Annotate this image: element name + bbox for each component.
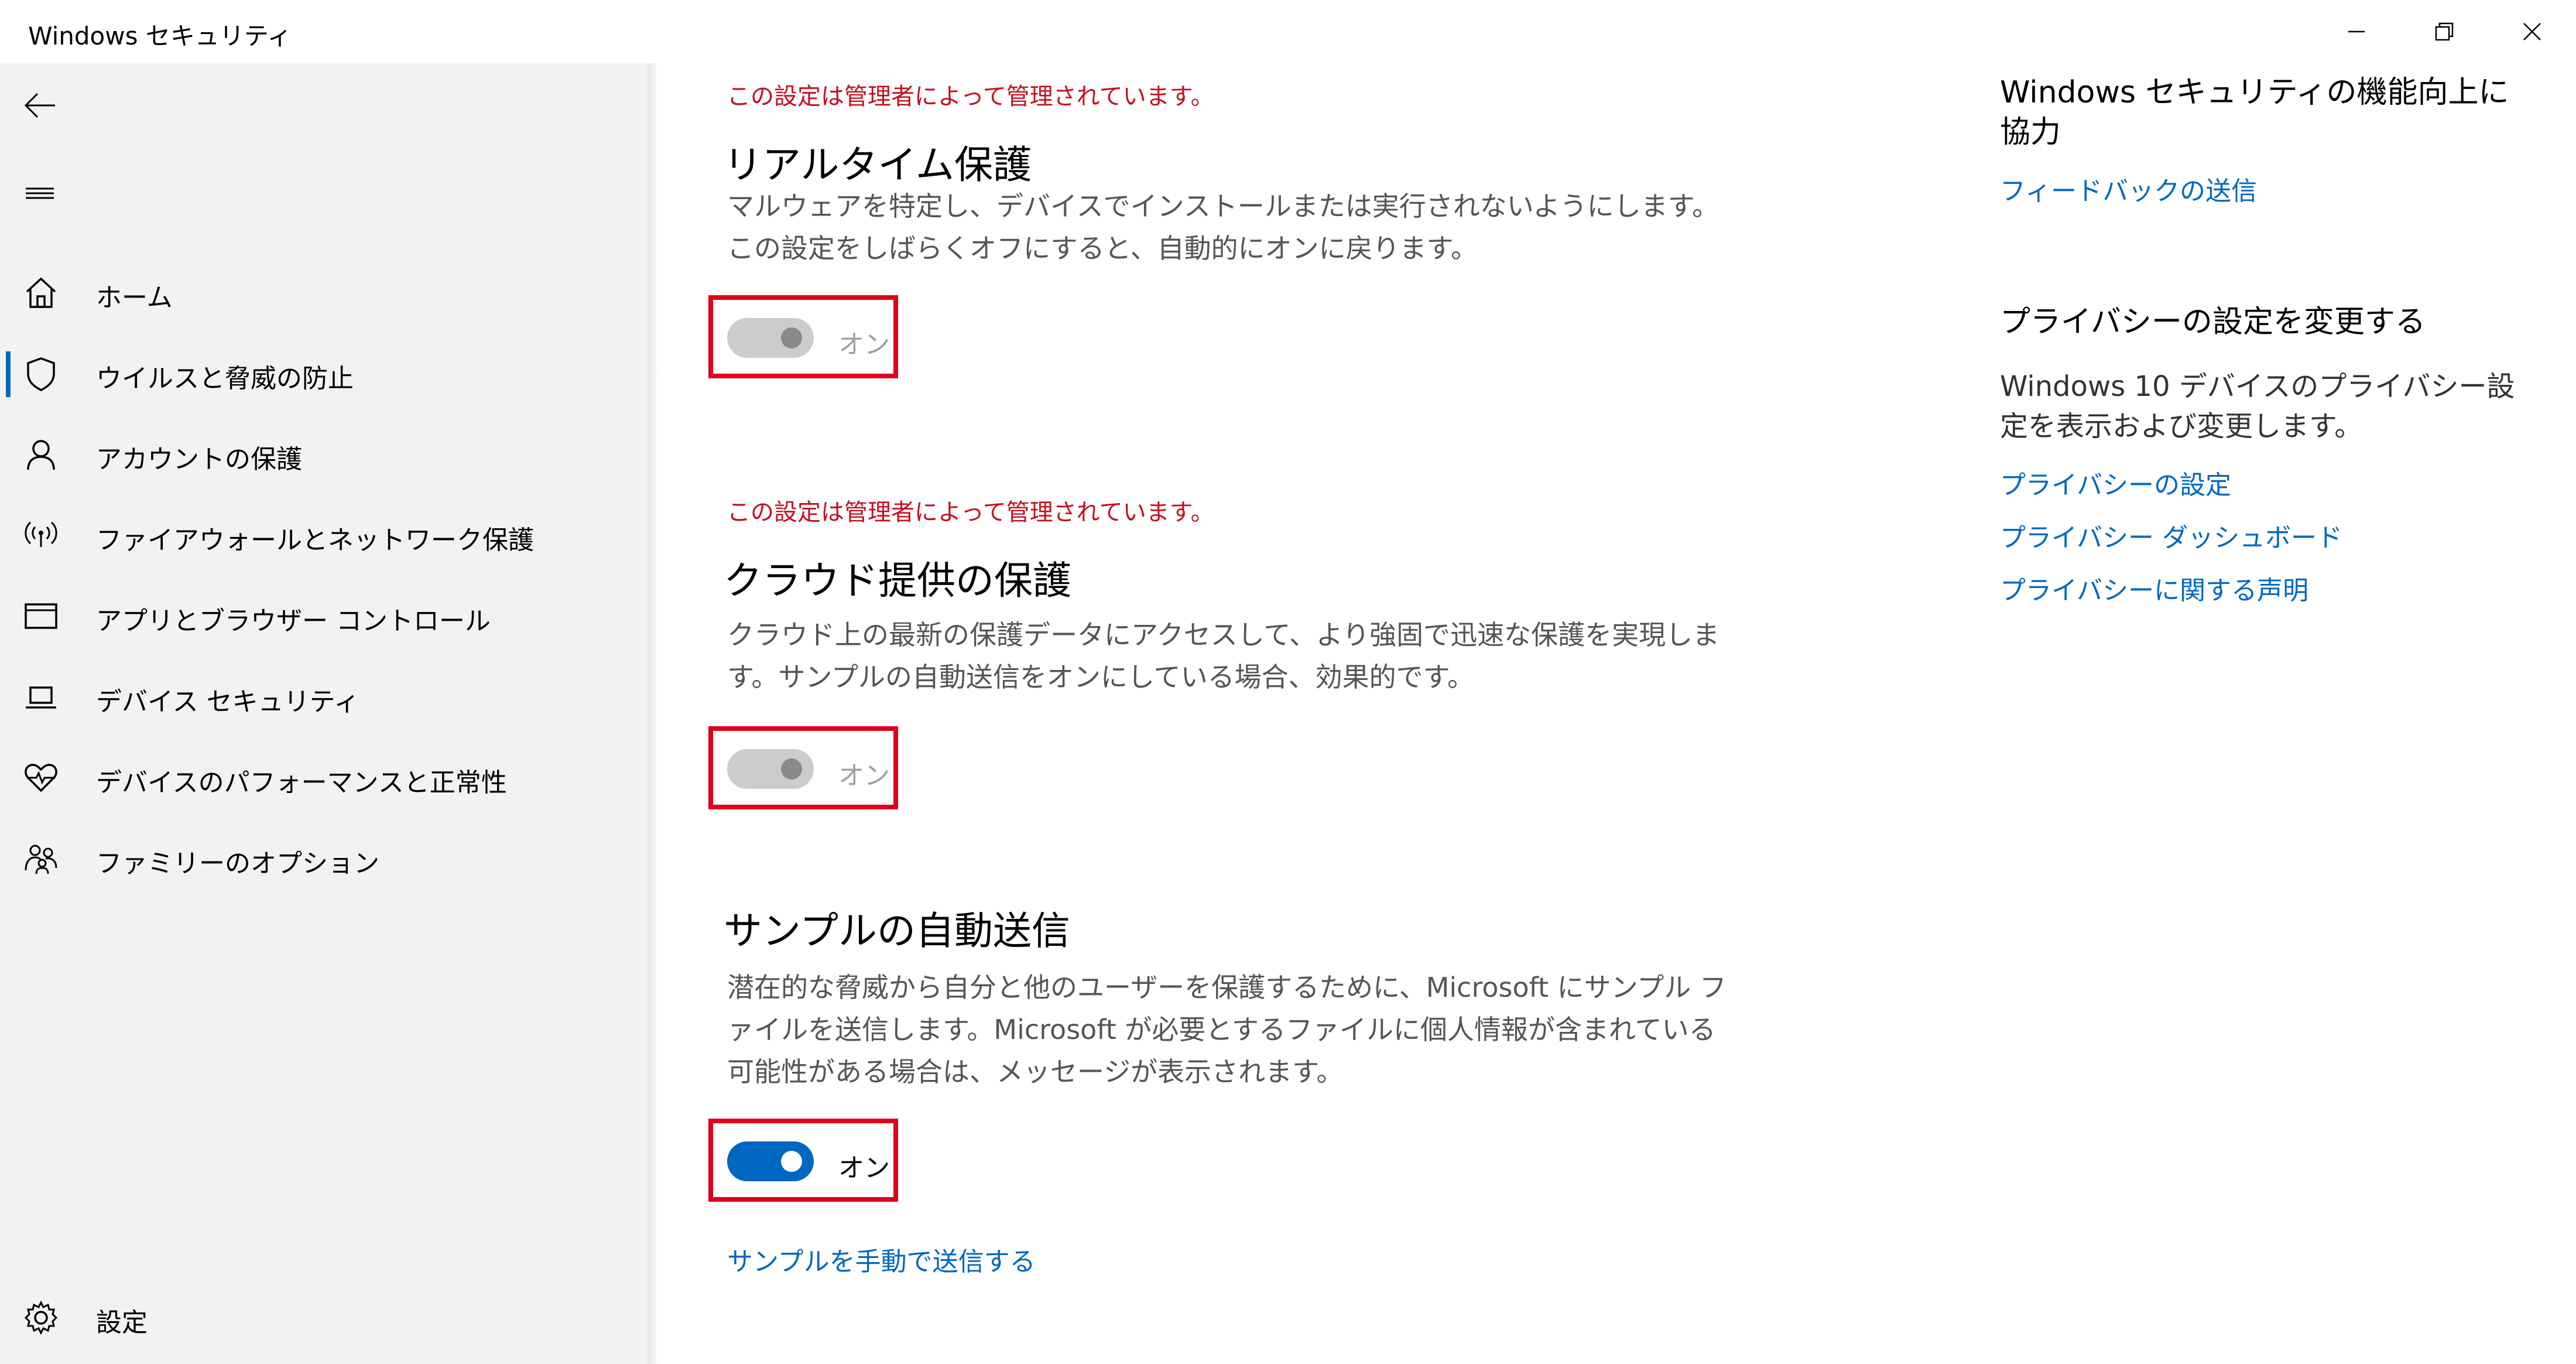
sidebar-item-home[interactable]: ホーム <box>0 258 648 328</box>
minimize-icon <box>2348 30 2365 33</box>
sidebar-item-label: デバイス セキュリティ <box>96 687 360 717</box>
sidebar-item-label: デバイスのパフォーマンスと正常性 <box>96 768 507 798</box>
section-description: クラウド上の最新の保護データにアクセスして、より強固で迅速な保護を実現します。サ… <box>727 619 1720 693</box>
section-title-cloud: クラウド提供の保護 <box>724 558 1071 603</box>
family-icon <box>22 840 60 877</box>
selection-indicator <box>6 351 11 397</box>
back-button[interactable] <box>16 82 63 129</box>
toggle-state-label: オン <box>838 330 890 360</box>
managed-notice: この設定は管理者によって管理されています。 <box>727 499 1214 526</box>
privacy-heading: プライバシーの設定を変更する <box>2000 305 2426 340</box>
sidebar-item-app-browser-control[interactable]: アプリとブラウザー コントロール <box>0 581 648 651</box>
minimize-button[interactable] <box>2313 0 2400 63</box>
sidebar-item-label: 設定 <box>96 1308 148 1338</box>
privacy-description: Windows 10 デバイスのプライバシー設定を表示および変更します。 <box>2000 370 2515 443</box>
toggle-knob <box>781 758 802 780</box>
toggle-knob <box>781 327 802 348</box>
privacy-dashboard-link[interactable]: プライバシー ダッシュボード <box>2000 517 2342 554</box>
manual-submit-link[interactable]: サンプルを手動で送信する <box>727 1240 1036 1278</box>
sidebar-item-device-security[interactable]: デバイス セキュリティ <box>0 662 648 732</box>
sidebar-item-settings[interactable]: 設定 <box>0 1283 648 1353</box>
section-description: マルウェアを特定し、デバイスでインストールまたは実行されないようにします。この設… <box>727 190 1719 264</box>
feedback-heading: Windows セキュリティの機能向上に協力 <box>2000 75 2509 150</box>
realtime-protection-toggle[interactable] <box>727 318 814 358</box>
laptop-icon <box>22 678 60 716</box>
sidebar-item-label: ホーム <box>96 283 173 313</box>
toggle-knob <box>781 1151 802 1172</box>
section-title-sample: サンプルの自動送信 <box>724 908 1071 953</box>
cloud-protection-toggle[interactable] <box>727 749 814 789</box>
hamburger-icon <box>26 187 54 199</box>
sidebar-item-account-protection[interactable]: アカウントの保護 <box>0 419 648 490</box>
shield-icon <box>22 355 60 392</box>
sidebar-item-device-performance[interactable]: デバイスのパフォーマンスと正常性 <box>0 743 648 813</box>
sidebar-item-label: アプリとブラウザー コントロール <box>96 606 491 636</box>
sample-submission-toggle[interactable] <box>727 1141 814 1181</box>
toggle-state-label: オン <box>838 761 890 791</box>
window-title: Windows セキュリティ <box>28 22 292 50</box>
sidebar-item-label: ファミリーのオプション <box>96 849 379 878</box>
restore-button[interactable] <box>2400 0 2488 63</box>
section-title-realtime: リアルタイム保護 <box>724 142 1032 187</box>
toggle-state-label: オン <box>838 1153 890 1183</box>
hamburger-menu-button[interactable] <box>16 170 63 217</box>
restore-icon <box>2435 22 2454 41</box>
managed-notice: この設定は管理者によって管理されています。 <box>727 83 1214 110</box>
heart-pulse-icon <box>22 759 60 796</box>
wireless-icon <box>22 517 60 554</box>
privacy-statement-link[interactable]: プライバシーに関する声明 <box>2000 569 2308 607</box>
sidebar-item-virus-protection[interactable]: ウイルスと脅威の防止 <box>0 339 648 409</box>
section-description: 潜在的な脅威から自分と他のユーザーを保護するために、Microsoft にサンプ… <box>727 972 1727 1088</box>
back-arrow-icon <box>24 93 55 118</box>
sidebar-item-label: ウイルスと脅威の防止 <box>96 364 354 394</box>
title-bar: Windows セキュリティ <box>0 0 2576 63</box>
gear-icon <box>22 1299 60 1336</box>
sidebar-item-label: アカウントの保護 <box>96 445 302 474</box>
app-window-icon <box>22 597 60 635</box>
home-icon <box>22 274 60 312</box>
sidebar-item-label: ファイアウォールとネットワーク保護 <box>96 525 534 555</box>
privacy-settings-link[interactable]: プライバシーの設定 <box>2000 464 2231 501</box>
sidebar-divider <box>648 63 658 1364</box>
sidebar-item-firewall[interactable]: ファイアウォールとネットワーク保護 <box>0 500 648 570</box>
feedback-link[interactable]: フィードバックの送信 <box>2000 170 2257 207</box>
close-button[interactable] <box>2488 0 2576 63</box>
close-icon <box>2523 23 2541 40</box>
sidebar-item-family-options[interactable]: ファミリーのオプション <box>0 823 648 894</box>
person-icon <box>22 436 60 473</box>
